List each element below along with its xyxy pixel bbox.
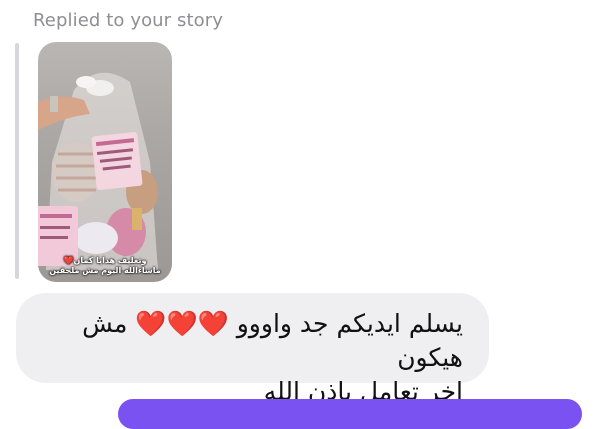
outgoing-message-bubble-edge[interactable] — [118, 399, 582, 429]
hearts-emoji-icon: ❤️❤️❤️ — [135, 309, 229, 338]
story-caption: وتغليف هدايا كمان❤️ ماشاءالله اليوم مش م… — [42, 256, 168, 276]
story-thumbnail[interactable]: وتغليف هدايا كمان❤️ ماشاءالله اليوم مش م… — [38, 42, 172, 282]
reply-header: Replied to your story — [33, 10, 224, 31]
heart-icon: ❤️ — [63, 256, 74, 265]
story-photo — [38, 72, 158, 270]
reply-indicator-bar — [15, 43, 19, 279]
message-bubble[interactable]: يسلم ايديكم جد واووو ❤️❤️❤️ مش هيكون اخر… — [16, 293, 489, 406]
message-line1-start: يسلم ايديكم جد واووو — [236, 309, 463, 338]
story-caption-line1: وتغليف هدايا كمان — [73, 256, 147, 265]
story-caption-line2: ماشاءالله اليوم مش ملحقين — [49, 266, 161, 275]
message-text: يسلم ايديكم جد واووو ❤️❤️❤️ مش هيكون اخر… — [16, 307, 463, 409]
